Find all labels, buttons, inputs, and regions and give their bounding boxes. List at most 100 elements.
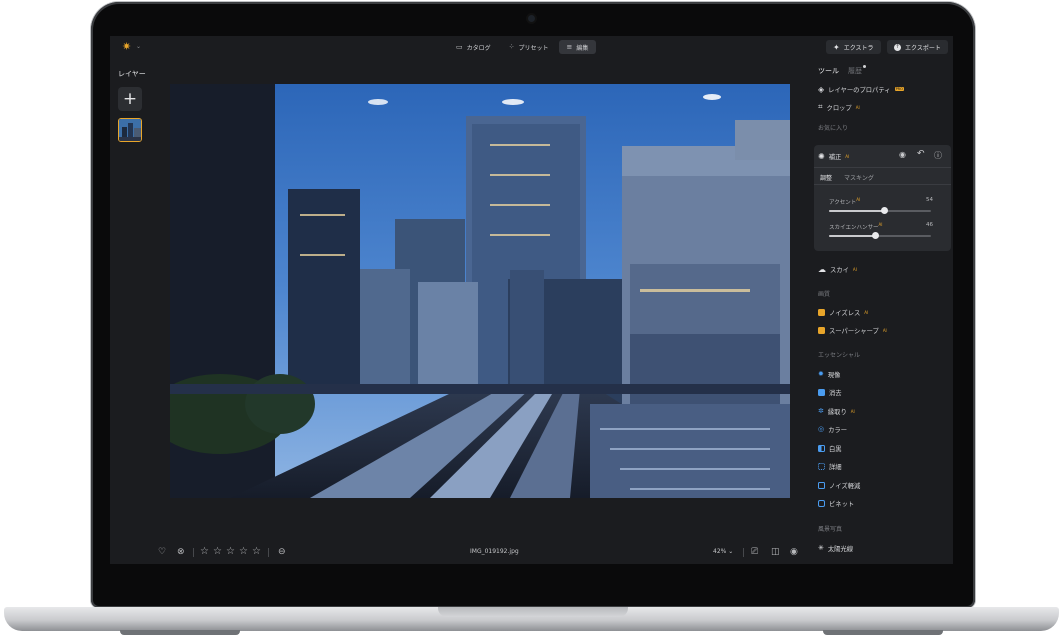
tool-supersharp[interactable]: スーパーシャープ AI — [818, 324, 887, 336]
sparkle-icon: ✦ — [833, 42, 840, 52]
tool-crop[interactable]: ⌗ クロップ AI — [818, 101, 860, 113]
sky-enhancer-label-text: スカイエンハンサー — [829, 224, 879, 231]
compare-icon[interactable]: ◫ — [771, 544, 780, 560]
tab-history[interactable]: 履歴 — [848, 66, 862, 76]
export-button[interactable]: ↑ エクスポート — [887, 40, 948, 54]
ai-badge: AI — [845, 153, 850, 159]
add-layer-button[interactable]: + — [118, 87, 142, 111]
tool-develop[interactable]: ✹ 現像 — [818, 368, 840, 380]
sky-enhancer-slider-value: 46 — [926, 222, 933, 228]
tab-presets[interactable]: ⁘ プリセット — [501, 40, 557, 54]
tab-edit-label: 編集 — [576, 44, 589, 52]
supersharp-icon — [818, 326, 825, 334]
layer-thumbnail[interactable] — [118, 118, 142, 142]
presets-icon: ⁘ — [508, 43, 515, 51]
history-dot — [863, 65, 866, 68]
tool-layer-properties-label: レイヤーのプロパティ — [828, 86, 891, 94]
ai-badge: AI — [882, 327, 887, 333]
app-window: ✷ ⌄ ▭ カタログ ⁘ プリセット ≡ 編集 ✦ エクストラ ↑ エクスポート… — [110, 36, 953, 564]
tool-color-label: カラー — [828, 426, 847, 434]
export-label: エクスポート — [905, 44, 941, 52]
divider — [193, 548, 194, 557]
info-icon[interactable]: ⓘ — [934, 150, 942, 161]
tool-noiseless-label: ノイズレス — [829, 309, 861, 317]
tab-catalog[interactable]: ▭ カタログ — [448, 40, 499, 54]
zoom-dropdown[interactable]: 42% ⌄ — [713, 544, 733, 560]
tool-sunrays-label: 太陽光線 — [827, 545, 854, 553]
tool-erase-label: 消去 — [829, 389, 842, 397]
star-3-icon[interactable]: ☆ — [226, 544, 235, 560]
extras-button[interactable]: ✦ エクストラ — [826, 40, 881, 54]
tool-erase[interactable]: 消去 — [818, 386, 842, 398]
top-bar: ✷ ⌄ ▭ カタログ ⁘ プリセット ≡ 編集 ✦ エクストラ ↑ エクスポート — [110, 36, 953, 58]
laptop-foot — [823, 630, 943, 635]
tool-color[interactable]: ◎ カラー — [818, 423, 847, 435]
tool-details[interactable]: 詳細 — [818, 460, 842, 472]
favorite-heart-icon[interactable]: ♡ — [158, 544, 166, 560]
tool-structure[interactable]: ✲ 縁取り AI — [818, 405, 855, 417]
sky-enhancer-slider-knob[interactable] — [872, 232, 880, 239]
filename: IMG_019192.jpg — [470, 548, 519, 555]
app-logo-icon[interactable]: ✷ — [122, 41, 131, 53]
ai-badge: AI — [864, 309, 869, 315]
reject-icon[interactable]: ⊗ — [177, 544, 185, 560]
laptop-notch — [438, 607, 628, 617]
ai-badge: AI — [855, 104, 860, 110]
catalog-icon: ▭ — [456, 43, 463, 51]
favorites-section: お気に入り — [818, 125, 849, 132]
color-label-icon[interactable]: ⊖ — [278, 544, 286, 560]
star-5-icon[interactable]: ☆ — [252, 544, 261, 560]
visibility-eye-icon[interactable]: ◉ — [899, 150, 906, 159]
tool-black-white-label: 白黒 — [829, 445, 842, 453]
tool-noiseless[interactable]: ノイズレス AI — [818, 306, 868, 318]
tool-sky[interactable]: ☁ スカイ AI — [818, 263, 857, 275]
star-4-icon[interactable]: ☆ — [239, 544, 248, 560]
vignette-icon — [818, 499, 825, 507]
layers-icon: ◈ — [818, 84, 825, 94]
export-icon: ↑ — [894, 43, 901, 51]
star-1-icon[interactable]: ☆ — [200, 544, 209, 560]
details-icon — [818, 462, 825, 470]
accent-slider-fill — [829, 210, 885, 212]
accent-slider-label: アクセントAI — [829, 197, 860, 206]
sky-enhancer-slider[interactable] — [829, 235, 931, 237]
tool-structure-label: 縁取り — [827, 408, 847, 416]
chevron-down-icon[interactable]: ⌄ — [136, 43, 141, 50]
accent-slider-knob[interactable] — [880, 207, 888, 214]
tab-tools[interactable]: ツール — [818, 66, 839, 76]
enhance-title: 補正 — [828, 153, 842, 161]
star-2-icon[interactable]: ☆ — [213, 544, 222, 560]
tab-adjust[interactable]: 調整 — [820, 173, 832, 182]
tool-layer-properties[interactable]: ◈ レイヤーのプロパティ PRO — [818, 83, 904, 95]
accent-label-text: アクセント — [829, 199, 857, 206]
photo-image — [170, 84, 790, 498]
photo-canvas[interactable] — [170, 84, 790, 498]
tool-details-label: 詳細 — [829, 463, 842, 471]
divider — [743, 548, 744, 557]
tab-presets-label: プリセット — [518, 44, 549, 52]
tab-edit[interactable]: ≡ 編集 — [558, 40, 597, 54]
sky-enhancer-slider-fill — [829, 235, 876, 237]
bottom-toolbar: ♡ ⊗ ☆ ☆ ☆ ☆ ☆ ⊖ IMG_019192.jpg 42% ⌄ ⎚ ◫… — [150, 544, 810, 560]
ai-badge: AI — [878, 222, 883, 227]
quality-section: 画質 — [818, 291, 831, 298]
fit-screen-icon[interactable]: ⎚ — [751, 544, 758, 560]
tool-black-white[interactable]: 白黒 — [818, 442, 842, 454]
enhance-icon: ✺ — [818, 151, 825, 161]
tab-masking[interactable]: マスキング — [844, 173, 874, 182]
divider — [268, 548, 269, 557]
tool-vignette[interactable]: ビネット — [818, 497, 854, 509]
enhance-header[interactable]: ✺ 補正 AI — [818, 150, 849, 162]
sunrays-icon: ✳ — [818, 544, 824, 552]
tool-denoise[interactable]: ノイズ軽減 — [818, 479, 860, 491]
tool-sunrays[interactable]: ✳ 太陽光線 — [818, 542, 853, 554]
preview-eye-icon[interactable]: ◉ — [790, 544, 798, 560]
sky-enhancer-slider-label: スカイエンハンサーAI — [829, 222, 882, 231]
tab-catalog-label: カタログ — [466, 44, 491, 52]
edit-sliders-icon: ≡ — [566, 43, 573, 51]
denoise-icon — [818, 481, 825, 489]
enhance-tool-card: ✺ 補正 AI ◉ ↶ ⓘ 調整 マスキング アクセントAI 54 スカイエンハ… — [814, 145, 951, 251]
undo-icon[interactable]: ↶ — [917, 149, 925, 159]
tool-develop-label: 現像 — [827, 371, 841, 379]
structure-icon: ✲ — [818, 407, 824, 415]
